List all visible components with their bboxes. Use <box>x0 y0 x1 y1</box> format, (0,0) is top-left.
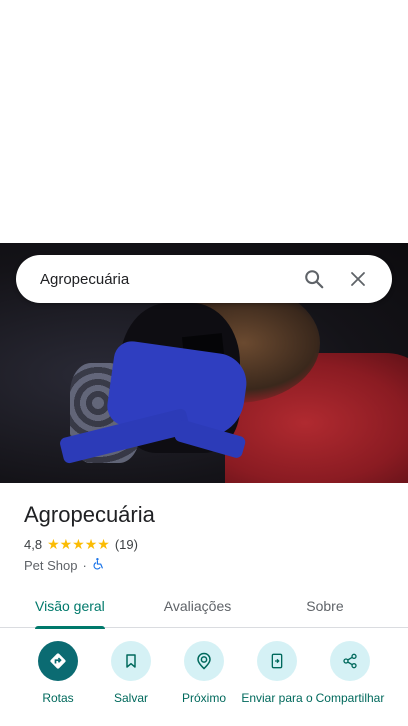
tab-label: Sobre <box>306 598 344 614</box>
send-to-phone-icon <box>257 641 297 681</box>
action-label: Enviar para o <box>241 691 313 705</box>
category-row: Pet Shop · <box>24 557 105 573</box>
search-query[interactable]: Agropecuária <box>40 271 288 288</box>
tab-reviews[interactable]: Avaliações <box>164 584 231 628</box>
active-tab-indicator <box>35 626 105 629</box>
tab-label: Visão geral <box>35 598 105 614</box>
review-count: (19) <box>114 537 138 552</box>
rating-value: 4,8 <box>24 537 43 552</box>
directions-icon <box>38 641 78 681</box>
action-label: Compartilhar <box>315 691 385 705</box>
share-button[interactable]: Compartilhar <box>310 641 390 705</box>
search-bar[interactable]: Agropecuária <box>16 255 392 303</box>
action-buttons-row: Rotas Salvar Próximo Enviar para o Compa… <box>0 641 408 726</box>
nearby-icon <box>184 641 224 681</box>
close-icon[interactable] <box>340 261 376 297</box>
wheelchair-icon <box>92 557 105 573</box>
tab-bar: Visão geral Avaliações Sobre <box>0 584 408 629</box>
action-label: Rotas <box>42 691 74 705</box>
place-info-panel: Agropecuária 4,8 ★★★★★ (19) Pet Shop · V… <box>0 483 408 726</box>
tab-overview[interactable]: Visão geral <box>35 584 105 629</box>
nearby-button[interactable]: Próximo <box>164 641 244 705</box>
action-label: Próximo <box>181 691 226 705</box>
send-to-phone-button[interactable]: Enviar para o <box>237 641 317 705</box>
tab-about[interactable]: Sobre <box>306 584 343 628</box>
separator-dot: · <box>82 557 87 573</box>
search-icon[interactable] <box>296 261 332 297</box>
directions-button[interactable]: Rotas <box>18 641 98 705</box>
star-rating-icon: ★★★★★ <box>47 536 110 552</box>
blank-area <box>0 0 408 243</box>
bookmark-icon <box>111 641 151 681</box>
share-icon <box>330 641 370 681</box>
action-label: Salvar <box>113 691 148 705</box>
rating-row[interactable]: 4,8 ★★★★★ (19) <box>24 536 138 553</box>
place-category: Pet Shop <box>24 557 78 573</box>
place-name: Agropecuária <box>24 502 155 527</box>
save-button[interactable]: Salvar <box>91 641 171 705</box>
tab-label: Avaliações <box>163 598 232 614</box>
